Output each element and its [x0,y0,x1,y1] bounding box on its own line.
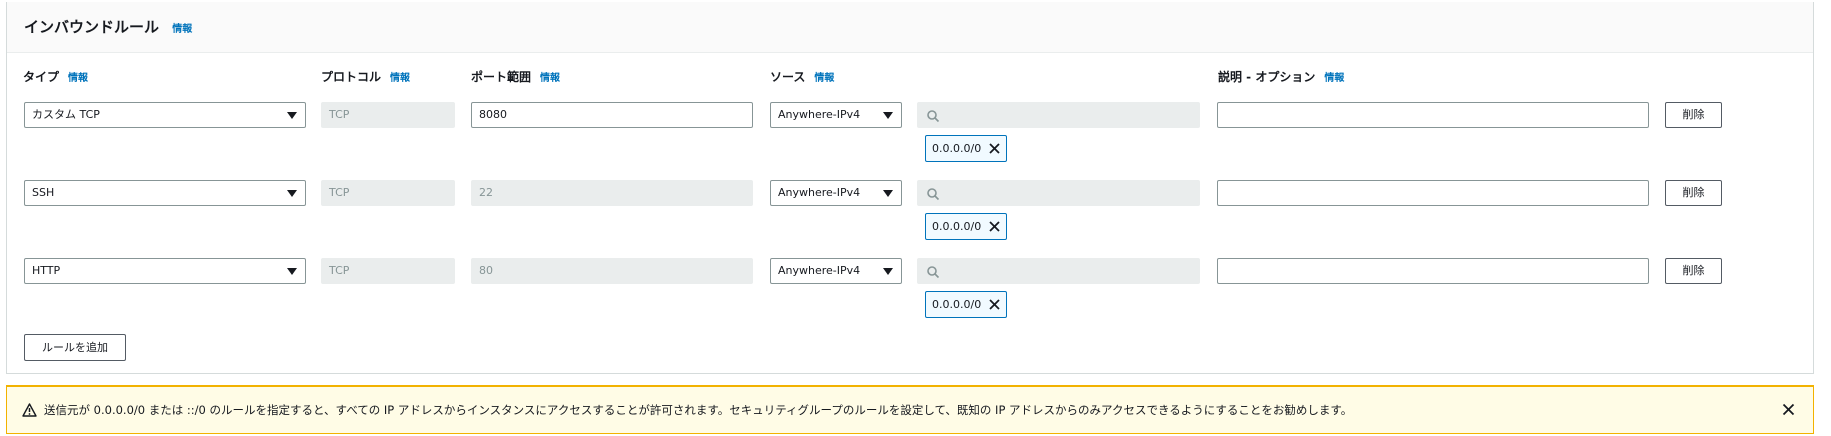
cidr-token-label: 0.0.0.0/0 [932,220,982,233]
column-header-type: タイプ 情報 [23,68,88,85]
column-header-port-range-label: ポート範囲 [471,70,532,84]
protocol-field: TCP [321,258,455,284]
search-icon [927,188,940,201]
column-header-port-range: ポート範囲 情報 [471,68,560,85]
source-select-value: Anywhere-IPv4 [778,264,861,277]
cidr-token: 0.0.0.0/0 [925,291,1007,318]
cidr-token: 0.0.0.0/0 [925,135,1007,162]
delete-rule-button[interactable]: 削除 [1665,258,1722,284]
description-input[interactable] [1217,180,1649,206]
close-icon[interactable] [1782,403,1795,416]
caret-down-icon [287,190,297,197]
type-select-value: HTTP [32,264,61,277]
column-header-source-label: ソース [770,70,806,84]
column-header-type-label: タイプ [23,70,60,84]
search-icon [927,110,940,123]
caret-down-icon [883,268,893,275]
port-range-field: 80 [471,258,753,284]
port-range-info-link[interactable]: 情報 [540,73,560,84]
inbound-rules-panel: インバウンドルール 情報 タイプ 情報 プロトコル 情報 ポート範囲 情報 ソース 情報… [6,2,1814,374]
panel-info-link[interactable]: 情報 [172,24,192,35]
warning-icon [22,403,37,417]
type-select-value: SSH [32,186,55,199]
type-select[interactable]: HTTP [24,258,306,284]
caret-down-icon [883,112,893,119]
panel-header: インバウンドルール 情報 [7,2,1813,53]
type-select-value: カスタム TCP [32,108,100,121]
description-input[interactable] [1217,102,1649,128]
column-header-protocol: プロトコル 情報 [321,68,410,85]
source-select-value: Anywhere-IPv4 [778,108,861,121]
close-icon[interactable] [988,220,1001,233]
column-header-source: ソース 情報 [770,68,834,85]
protocol-field: TCP [321,180,455,206]
warning-alert: 送信元が 0.0.0.0/0 または ::/0 のルールを指定すると、すべての … [6,385,1814,434]
cidr-search-input[interactable] [917,102,1200,128]
search-icon [927,266,940,279]
type-select[interactable]: SSH [24,180,306,206]
cidr-search-input[interactable] [917,258,1200,284]
source-select-value: Anywhere-IPv4 [778,186,861,199]
type-select[interactable]: カスタム TCP [24,102,306,128]
delete-rule-button[interactable]: 削除 [1665,180,1722,206]
caret-down-icon [287,112,297,119]
warning-alert-text: 送信元が 0.0.0.0/0 または ::/0 のルールを指定すると、すべての … [44,403,1353,417]
protocol-field: TCP [321,102,455,128]
close-icon[interactable] [988,298,1001,311]
delete-rule-button[interactable]: 削除 [1665,102,1722,128]
add-rule-button[interactable]: ルールを追加 [24,334,126,361]
panel-title: インバウンドルール 情報 [24,16,192,37]
source-select[interactable]: Anywhere-IPv4 [770,180,902,206]
panel-title-text: インバウンドルール [24,18,160,36]
caret-down-icon [883,190,893,197]
port-range-input[interactable]: 8080 [471,102,753,128]
protocol-info-link[interactable]: 情報 [390,73,410,84]
type-info-link[interactable]: 情報 [68,73,88,84]
cidr-token-label: 0.0.0.0/0 [932,298,982,311]
close-icon[interactable] [988,142,1001,155]
cidr-search-input[interactable] [917,180,1200,206]
cidr-token: 0.0.0.0/0 [925,213,1007,240]
source-select[interactable]: Anywhere-IPv4 [770,102,902,128]
source-select[interactable]: Anywhere-IPv4 [770,258,902,284]
port-range-field: 22 [471,180,753,206]
cidr-token-label: 0.0.0.0/0 [932,142,982,155]
caret-down-icon [287,268,297,275]
column-header-protocol-label: プロトコル [321,70,382,84]
source-info-link[interactable]: 情報 [814,73,834,84]
description-info-link[interactable]: 情報 [1324,73,1344,84]
column-header-description: 説明 - オプション 情報 [1218,68,1344,85]
description-input[interactable] [1217,258,1649,284]
column-header-description-label: 説明 - オプション [1218,70,1316,84]
